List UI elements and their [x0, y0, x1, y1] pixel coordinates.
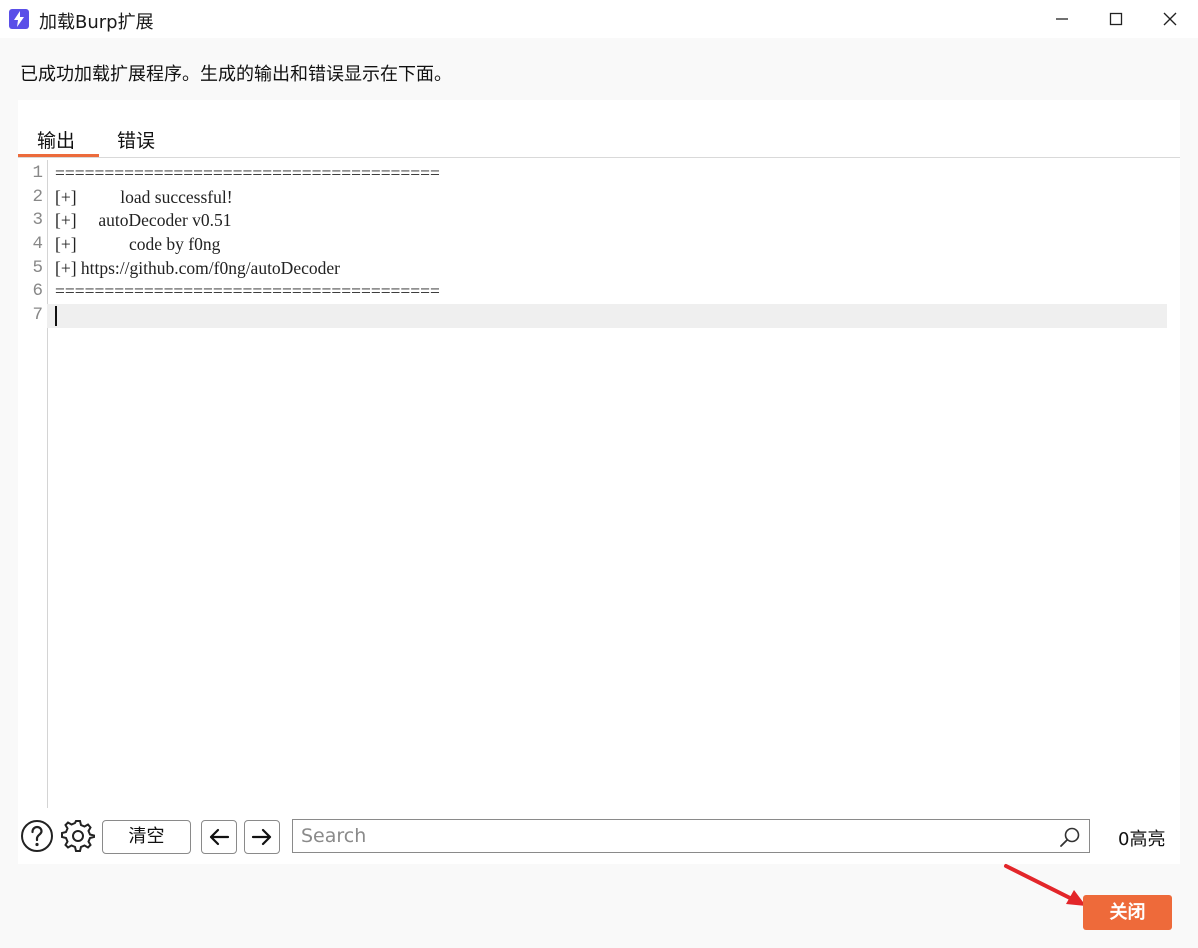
previous-match-button[interactable] [201, 820, 237, 854]
line-text: [+] code by f0ng [55, 234, 221, 254]
highlight-count: 0高亮 [1118, 829, 1166, 850]
editor-current-line[interactable] [47, 304, 1167, 328]
clear-button[interactable]: 清空 [102, 820, 191, 854]
output-panel: 输出 错误 1 ================================… [18, 100, 1180, 864]
output-editor[interactable]: 1 ======================================… [18, 160, 1180, 808]
minimize-button[interactable] [1034, 0, 1088, 38]
line-number: 6 [32, 281, 43, 301]
line-text: ======================================= [55, 281, 440, 301]
text-caret [55, 306, 57, 326]
gear-icon[interactable] [61, 819, 95, 853]
window-title: 加载Burp扩展 [39, 12, 154, 33]
editor-line: 4 [+] code by f0ng [18, 233, 1168, 257]
next-match-button[interactable] [244, 820, 280, 854]
line-number: 2 [32, 187, 43, 207]
line-number: 1 [32, 163, 43, 183]
line-text: [+] https://github.com/f0ng/autoDecoder [55, 258, 340, 278]
tab-output[interactable]: 输出 [37, 126, 75, 153]
line-number: 4 [32, 234, 43, 254]
arrow-left-icon [209, 828, 230, 846]
line-text: ======================================= [55, 163, 440, 183]
search-input[interactable] [301, 825, 1041, 847]
maximize-icon [1109, 12, 1123, 26]
maximize-button[interactable] [1088, 0, 1142, 38]
line-number: 5 [32, 258, 43, 278]
line-number: 3 [32, 210, 43, 230]
tab-errors[interactable]: 错误 [117, 126, 155, 153]
title-bar: 加载Burp扩展 [0, 0, 1198, 38]
status-message: 已成功加载扩展程序。生成的输出和错误显示在下面。 [20, 64, 452, 85]
editor-line: 1 ======================================… [18, 162, 1168, 186]
editor-line: 6 ======================================… [18, 280, 1168, 304]
help-icon[interactable] [20, 819, 54, 853]
editor-line: 3 [+] autoDecoder v0.51 [18, 209, 1168, 233]
tab-divider [18, 157, 1180, 158]
line-number: 7 [32, 305, 43, 325]
close-button[interactable]: 关闭 [1083, 895, 1172, 930]
line-text: [+] autoDecoder v0.51 [55, 210, 232, 230]
search-toolbar: 清空 0高亮 [18, 816, 1180, 860]
minimize-icon [1056, 18, 1068, 20]
search-icon[interactable] [1059, 826, 1081, 848]
close-icon [1163, 12, 1177, 26]
editor-line: 2 [+] load successful! [18, 186, 1168, 210]
editor-line: 5 [+] https://github.com/f0ng/autoDecode… [18, 257, 1168, 281]
arrow-right-icon [251, 828, 272, 846]
burp-extension-icon [9, 9, 29, 29]
line-text: [+] load successful! [55, 187, 233, 207]
annotation-arrow-icon [1004, 864, 1086, 906]
close-window-button[interactable] [1142, 0, 1196, 38]
search-box [292, 819, 1090, 853]
